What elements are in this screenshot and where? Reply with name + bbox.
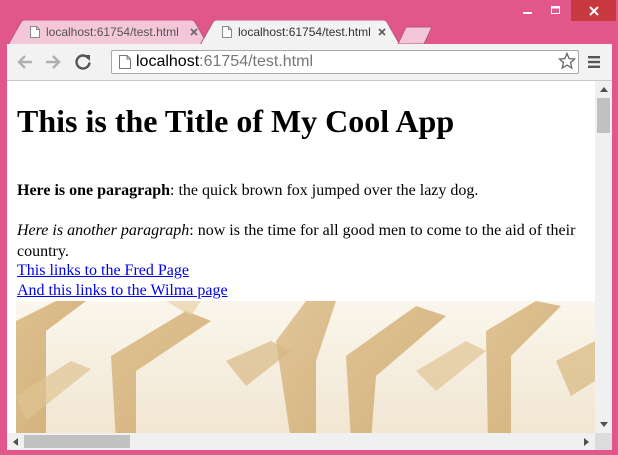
url-text: localhost:61754/test.html: [136, 53, 313, 71]
close-tab-icon[interactable]: [376, 26, 388, 38]
page-viewport: This is the Title of My Cool App Here is…: [7, 81, 612, 450]
star-icon: [558, 52, 576, 70]
pattern-image: [16, 301, 595, 433]
vertical-scrollbar[interactable]: [595, 81, 612, 433]
minimize-button[interactable]: [514, 0, 542, 21]
arrow-down-icon: [599, 422, 608, 427]
scrollbar-corner: [595, 433, 612, 450]
page-icon: [119, 55, 131, 69]
reload-button[interactable]: [71, 50, 95, 74]
menu-icon: [588, 56, 600, 68]
fred-page-link[interactable]: This links to the Fred Page: [17, 262, 189, 280]
new-tab-button[interactable]: [396, 25, 436, 45]
tab-inactive[interactable]: localhost:61754/test.html: [8, 20, 208, 45]
paragraph-one-bold: Here is one paragraph: [17, 182, 171, 199]
scroll-down-button[interactable]: [595, 416, 612, 433]
horizontal-scrollbar[interactable]: [7, 433, 595, 450]
close-tab-icon[interactable]: [188, 26, 200, 38]
page-content: This is the Title of My Cool App Here is…: [7, 81, 595, 433]
maximize-button[interactable]: [542, 0, 570, 21]
minimize-icon: [523, 11, 532, 14]
reload-icon: [75, 54, 91, 70]
wilma-page-link[interactable]: And this links to the Wilma page: [17, 282, 228, 300]
bookmark-button[interactable]: [557, 50, 577, 72]
tab-active[interactable]: localhost:61754/test.html: [200, 20, 400, 45]
chrome-menu-button[interactable]: [583, 52, 605, 72]
scroll-left-button[interactable]: [7, 433, 24, 450]
arrow-up-icon: [599, 87, 608, 92]
scroll-right-button[interactable]: [578, 433, 595, 450]
back-button[interactable]: [13, 50, 37, 74]
url-host: localhost: [136, 53, 200, 70]
close-icon: [588, 5, 599, 16]
paragraph-two: Here is another paragraph: now is the ti…: [17, 220, 587, 262]
tab-title: localhost:61754/test.html: [46, 25, 179, 39]
close-window-button[interactable]: [571, 0, 616, 21]
forward-icon: [46, 55, 61, 69]
browser-window: localhost:61754/test.html localhost:6175…: [0, 0, 618, 455]
vertical-scroll-thumb[interactable]: [597, 98, 610, 133]
paragraph-one: Here is one paragraph: the quick brown f…: [17, 181, 478, 200]
page-title: This is the Title of My Cool App: [17, 103, 455, 139]
paragraph-one-text: : the quick brown fox jumped over the la…: [170, 182, 479, 199]
tab-title: localhost:61754/test.html: [238, 25, 371, 39]
back-icon: [17, 55, 32, 69]
url-path: :61754/test.html: [199, 53, 313, 70]
horizontal-scroll-thumb[interactable]: [24, 435, 130, 448]
paragraph-two-italic: Here is another paragraph: [17, 222, 190, 239]
maximize-icon: [551, 5, 560, 14]
forward-button[interactable]: [41, 50, 65, 74]
page-icon: [30, 26, 40, 38]
arrow-left-icon: [13, 437, 18, 446]
browser-toolbar: localhost:61754/test.html: [7, 44, 612, 81]
address-bar[interactable]: localhost:61754/test.html: [111, 50, 579, 74]
arrow-right-icon: [584, 437, 589, 446]
scroll-up-button[interactable]: [595, 81, 612, 98]
content-image: [16, 301, 595, 433]
page-icon: [222, 26, 232, 38]
